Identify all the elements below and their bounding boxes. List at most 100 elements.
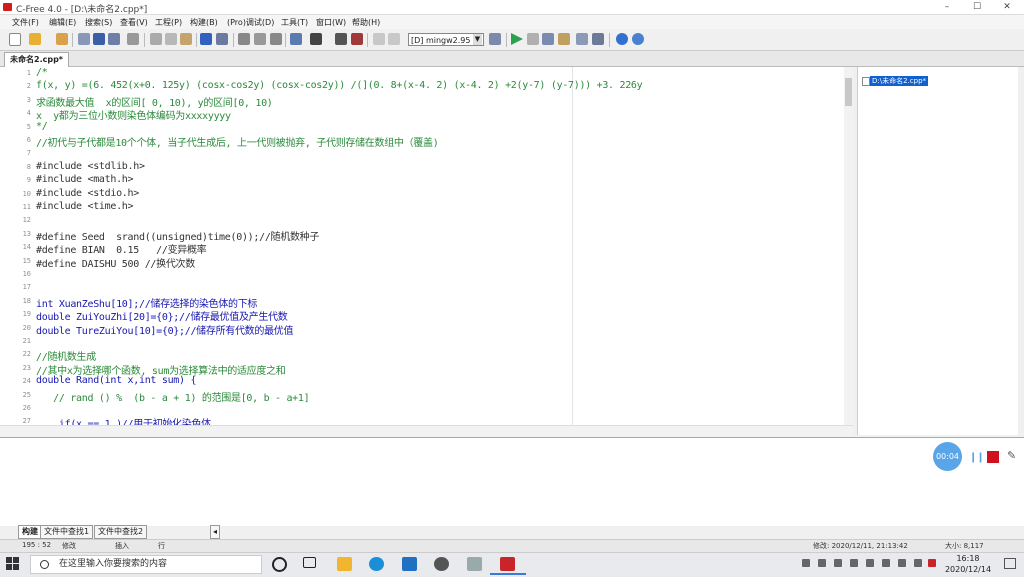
maximize-button[interactable]: ☐ xyxy=(962,1,992,13)
file-tree-item[interactable]: D:\未命名2.cpp* xyxy=(870,76,929,86)
notification-icon[interactable] xyxy=(1004,558,1016,569)
tray-app-icon[interactable] xyxy=(928,559,936,567)
task-view-icon[interactable] xyxy=(303,557,316,568)
find-icon[interactable] xyxy=(238,33,250,45)
close-button[interactable]: ✕ xyxy=(992,1,1022,13)
save-all-icon[interactable] xyxy=(78,33,90,45)
taskbar-search-input[interactable]: 在这里输入你要搜索的内容 xyxy=(30,555,262,574)
minimize-button[interactable]: – xyxy=(932,1,962,13)
editor-horizontal-scrollbar[interactable] xyxy=(0,425,853,436)
close-file-icon[interactable] xyxy=(108,33,120,45)
file-list-panel xyxy=(857,67,1018,435)
cortana-icon[interactable] xyxy=(272,557,287,572)
cursor-position: 195 : 52 xyxy=(22,541,52,549)
tab-file[interactable]: 未命名2.cpp* xyxy=(4,52,69,67)
build-icon[interactable] xyxy=(558,33,570,45)
tray-icon-2[interactable] xyxy=(850,559,858,567)
goto-icon[interactable] xyxy=(310,33,322,45)
menu-edit[interactable]: 编辑(E) xyxy=(49,17,76,28)
open-project-icon[interactable] xyxy=(56,33,68,45)
toggle-bookmark-icon[interactable] xyxy=(335,33,347,45)
menu-tools[interactable]: 工具(T) xyxy=(281,17,308,28)
editor-vertical-scrollbar[interactable] xyxy=(844,67,853,425)
compiler-options-icon[interactable] xyxy=(489,33,501,45)
open-folder-icon[interactable] xyxy=(29,33,41,45)
tray-battery-icon[interactable] xyxy=(818,559,826,567)
chevron-down-icon: ▼ xyxy=(473,34,482,45)
output-tabs: 构建 文件中查找1 文件中查找2 ◂ xyxy=(0,525,240,539)
search-icon xyxy=(40,560,49,569)
redo-icon[interactable] xyxy=(216,33,228,45)
tray-ime-icon[interactable] xyxy=(914,559,922,567)
clear-bookmark-icon[interactable] xyxy=(351,33,363,45)
title-bar: C-Free 4.0 - [D:\未命名2.cpp*] – ☐ ✕ xyxy=(0,0,1024,15)
file-explorer-icon[interactable] xyxy=(337,557,352,571)
pause-icon[interactable]: ❙❙ xyxy=(969,452,985,463)
menu-file[interactable]: 文件(F) xyxy=(12,17,39,28)
prev-bookmark-icon[interactable] xyxy=(373,33,385,45)
menu-debug[interactable]: (Pro)调试(D) xyxy=(227,17,274,28)
taskbar-clock-date[interactable]: 2020/12/14 xyxy=(940,565,996,574)
tray-icon-3[interactable] xyxy=(866,559,874,567)
search-placeholder: 在这里输入你要搜索的内容 xyxy=(59,559,168,569)
stop-run-icon[interactable] xyxy=(527,33,539,45)
stop-icon[interactable] xyxy=(987,451,999,463)
insert-mode: 插入 xyxy=(115,542,129,550)
editor-tab-strip: 未命名2.cpp* xyxy=(0,51,1024,67)
file-size: 大小: 8,117 xyxy=(945,542,984,550)
menu-project[interactable]: 工程(P) xyxy=(155,17,182,28)
file-icon xyxy=(862,77,870,86)
window-title: C-Free 4.0 - [D:\未命名2.cpp*] xyxy=(16,5,148,15)
right-margin-line xyxy=(572,67,573,425)
rebuild-icon[interactable] xyxy=(576,33,588,45)
tray-icon-1[interactable] xyxy=(834,559,842,567)
settings-icon[interactable] xyxy=(434,557,449,571)
cut-icon[interactable] xyxy=(150,33,162,45)
bookmark-icon[interactable] xyxy=(290,33,302,45)
compile-icon[interactable] xyxy=(542,33,554,45)
compiler-select-value: [D] mingw2.95 xyxy=(411,36,471,45)
menu-search[interactable]: 搜索(S) xyxy=(85,17,112,28)
next-bookmark-icon[interactable] xyxy=(388,33,400,45)
paste-icon[interactable] xyxy=(180,33,192,45)
pen-icon[interactable]: ✎ xyxy=(1007,449,1016,462)
undo-icon[interactable] xyxy=(200,33,212,45)
edge-icon[interactable] xyxy=(369,557,384,571)
menu-window[interactable]: 窗口(W) xyxy=(316,17,346,28)
taskbar-clock-time[interactable]: 16:18 xyxy=(950,554,986,563)
app-icon xyxy=(3,3,12,11)
print-icon[interactable] xyxy=(127,33,139,45)
debug-icon[interactable] xyxy=(592,33,604,45)
output-panel xyxy=(0,437,1024,526)
tray-chevron-icon[interactable] xyxy=(802,559,810,567)
status-bar: 195 : 52 修改 插入 行 修改: 2020/12/11, 21:13:4… xyxy=(0,539,1024,552)
info-icon[interactable] xyxy=(632,33,644,45)
windows-start-icon[interactable] xyxy=(6,557,20,571)
new-file-icon[interactable] xyxy=(9,33,21,46)
copy-icon[interactable] xyxy=(165,33,177,45)
compiler-select[interactable]: [D] mingw2.95 ▼ xyxy=(408,33,484,46)
modified-indicator: 修改 xyxy=(62,542,76,550)
editor-scroll-thumb[interactable] xyxy=(845,78,852,106)
mail-icon[interactable] xyxy=(402,557,417,571)
menu-build[interactable]: 构建(B) xyxy=(190,17,218,28)
tab-find-in-files-1[interactable]: 文件中查找1 xyxy=(40,525,94,539)
find-next-icon[interactable] xyxy=(254,33,266,45)
cfree-taskbar-icon[interactable] xyxy=(500,557,515,571)
tab-build[interactable]: 构建 xyxy=(18,525,42,539)
help-icon[interactable] xyxy=(616,33,628,45)
row-label: 行 xyxy=(158,542,165,550)
replace-icon[interactable] xyxy=(270,33,282,45)
chevron-left-icon[interactable]: ◂ xyxy=(210,525,220,539)
save-icon[interactable] xyxy=(93,33,105,45)
app-icon-generic[interactable] xyxy=(467,557,482,571)
code-editor[interactable]: 1/* 2 f(x, y) =(6. 452(x+0. 125y) (cosx-c… xyxy=(0,67,853,425)
run-icon[interactable] xyxy=(511,33,523,45)
menu-help[interactable]: 帮助(H) xyxy=(352,17,380,28)
tray-network-icon[interactable] xyxy=(882,559,890,567)
tab-find-in-files-2[interactable]: 文件中查找2 xyxy=(94,525,148,539)
menu-view[interactable]: 查看(V) xyxy=(120,17,148,28)
tray-volume-icon[interactable] xyxy=(898,559,906,567)
modified-time: 修改: 2020/12/11, 21:13:42 xyxy=(813,542,908,550)
menu-bar: 文件(F) 编辑(E) 搜索(S) 查看(V) 工程(P) 构建(B) (Pro… xyxy=(0,15,1024,29)
